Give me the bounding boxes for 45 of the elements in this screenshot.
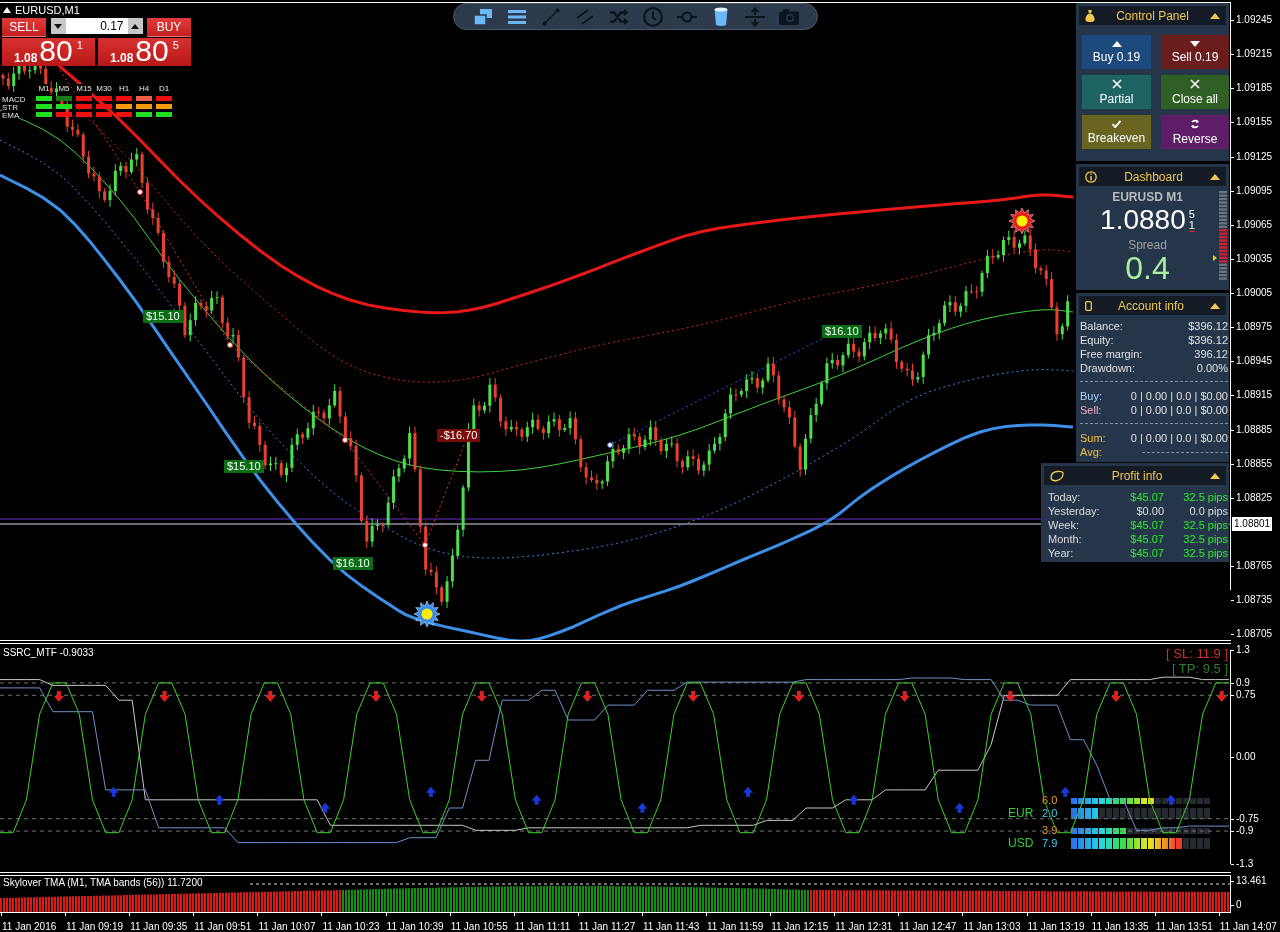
time-axis-label: 11 Jan 12:15 (771, 921, 829, 932)
time-axis-label: 11 Jan 10:39 (386, 921, 444, 932)
oscillator-axis-label: -1.3 (1231, 858, 1254, 870)
strength-value: 7.9 (1042, 837, 1059, 850)
price-axis-label: 1.08825 (1231, 491, 1273, 504)
price-axis-label: 1.08885 (1231, 423, 1273, 436)
time-axis-label: 11 Jan 11:43 (642, 921, 700, 932)
currency-label: USD (1008, 836, 1035, 850)
time-axis-label: 11 Jan 13:51 (1155, 921, 1213, 932)
time-axis-label: 11 Jan 12:47 (899, 921, 957, 932)
time-axis-label: 11 Jan 10:23 (322, 921, 380, 932)
time-axis-label: 11 Jan 12:31 (835, 921, 893, 932)
time-axis-label: 11 Jan 09:19 (66, 921, 124, 932)
time-axis-label: 11 Jan 11:27 (578, 921, 636, 932)
time-axis-label: 11 Jan 14:07 (1219, 921, 1277, 932)
time-axis-label: 11 Jan 11:59 (707, 921, 764, 932)
strength-value: 6.0 (1042, 794, 1059, 807)
time-axis-label: 11 Jan 10:07 (258, 921, 316, 932)
time-axis-label: 11 Jan 13:19 (1027, 921, 1085, 932)
time-axis-label: 11 Jan 13:03 (963, 921, 1021, 932)
price-axis-label: 1.09125 (1231, 150, 1273, 163)
current-price-tag: 1.08801 (1232, 517, 1273, 531)
price-axis-label: 1.09245 (1231, 14, 1273, 26)
oscillator-axis-label: 0.9 (1231, 676, 1250, 689)
time-axis-label: 11 Jan 09:35 (130, 921, 188, 932)
time-axis-label: 11 Jan 10:55 (450, 921, 508, 932)
indicator-title: SSRC_MTF -0.9033 (3, 647, 94, 659)
strength-value: 2.0 (1042, 807, 1059, 820)
time-axis-label: 11 Jan 11:11 (514, 921, 571, 932)
oscillator-axis-label: 1.3 (1231, 644, 1250, 656)
price-axis-label: 1.08855 (1231, 457, 1273, 470)
price-axis-label: 1.09095 (1231, 184, 1273, 197)
price-axis-label: 1.09035 (1231, 252, 1273, 265)
stop-loss-label: [ SL: 11.9 ] (1166, 647, 1228, 661)
take-profit-label: [ TP: 9.5 ] (1171, 662, 1228, 676)
time-axis-label: 11 Jan 2016 (2, 921, 57, 932)
oscillator-axis-label: 0.00 (1231, 751, 1256, 763)
histogram-axis-label: 13.461 (1231, 875, 1267, 887)
strength-value: 3.9 (1042, 824, 1059, 837)
price-axis-label: 1.09065 (1231, 218, 1273, 231)
histogram-axis-label: 0 (1231, 899, 1242, 911)
time-axis-label: 11 Jan 09:51 (194, 921, 252, 932)
oscillator-axis-label: -0.75 (1231, 812, 1259, 825)
time-axis-label: 11 Jan 13:35 (1091, 921, 1149, 932)
currency-label: EUR (1008, 806, 1035, 820)
